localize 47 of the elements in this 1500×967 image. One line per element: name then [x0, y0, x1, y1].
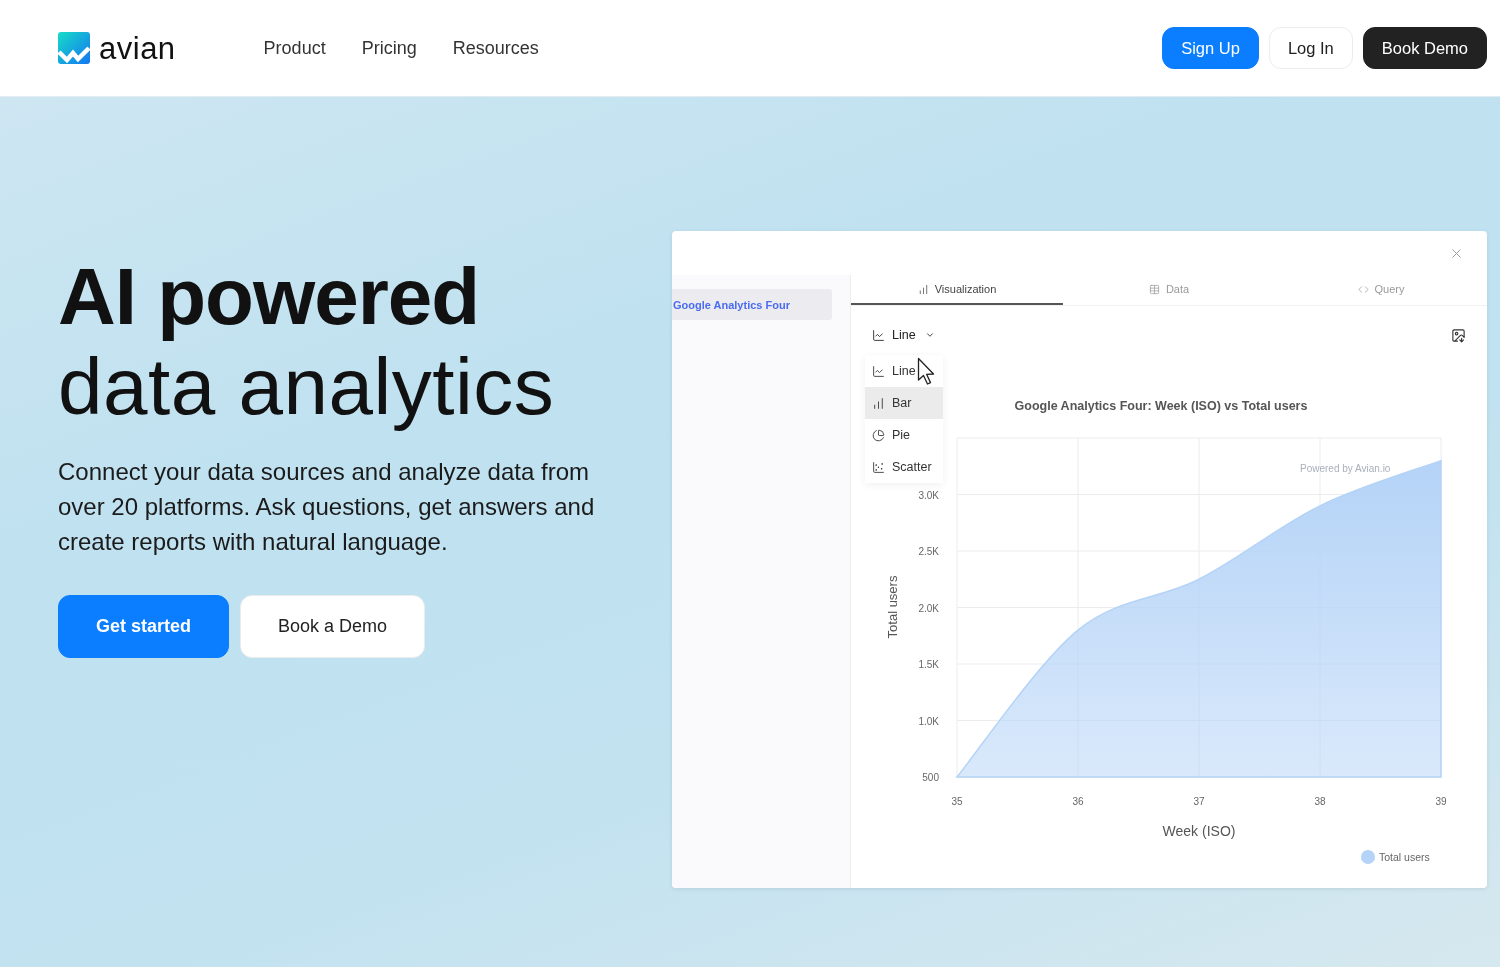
- chart-title: Google Analytics Four: Week (ISO) vs Total users: [1014, 399, 1308, 413]
- caret-icon: [924, 330, 935, 340]
- sidebar-item[interactable]: Google Analytics Four: [672, 289, 832, 320]
- cursor-icon: [917, 357, 936, 386]
- nav-link[interactable]: Resources: [452, 37, 539, 59]
- chart-credit: Powered by Avian.io: [1300, 463, 1391, 474]
- y-tick-label: 2.0K: [918, 602, 939, 614]
- hero-button[interactable]: Book a Demo: [240, 595, 426, 658]
- line-chart-icon: [872, 328, 885, 342]
- x-tick-label: 38: [1314, 796, 1326, 807]
- header-button[interactable]: Book Demo: [1362, 27, 1487, 69]
- hero-button[interactable]: Get started: [58, 595, 230, 658]
- menu-item[interactable]: Bar: [865, 387, 943, 419]
- x-axis-title: Week (ISO): [1162, 823, 1236, 839]
- x-tick-label: 39: [1435, 796, 1447, 807]
- hero-description: Connect your data sources and analyze data from over 20 platforms. Ask questions, get answers and create reports with natural language.: [58, 457, 595, 557]
- x-tick-label: 37: [1193, 796, 1205, 807]
- y-tick-label: 500: [922, 772, 939, 783]
- logo-text[interactable]: avian: [99, 32, 176, 64]
- chart-type-dropdown[interactable]: Line: [872, 328, 935, 342]
- header-button[interactable]: Sign Up: [1162, 27, 1259, 69]
- pie-chart-icon: [872, 428, 885, 442]
- y-tick-label: 1.0K: [918, 715, 939, 727]
- x-tick-label: 36: [1072, 796, 1084, 807]
- y-tick-label: 1.5K: [918, 659, 939, 670]
- header-button[interactable]: Log In: [1268, 27, 1353, 69]
- tab[interactable]: Visualization: [851, 275, 1063, 305]
- code-icon: [1357, 283, 1369, 295]
- y-axis-title: Total users: [885, 575, 900, 639]
- nav-link[interactable]: Pricing: [361, 37, 417, 59]
- x-tick-label: 35: [951, 796, 963, 807]
- nav-link[interactable]: Product: [263, 37, 326, 59]
- legend-label: Total users: [1379, 851, 1430, 863]
- menu-item[interactable]: Line: [865, 355, 943, 387]
- y-tick-label: 3.0K: [918, 489, 939, 501]
- y-tick-label: 2.5K: [918, 546, 939, 557]
- bar-chart-icon: [917, 283, 929, 295]
- menu-item[interactable]: Pie: [865, 419, 943, 451]
- menu-item[interactable]: Scatter: [865, 451, 943, 483]
- hero-title: data analytics: [58, 342, 555, 432]
- scatter-chart-icon: [872, 460, 885, 474]
- image-download-icon[interactable]: [1451, 327, 1466, 343]
- hero-title: AI powered: [58, 252, 480, 342]
- bar-chart-icon: [872, 396, 885, 410]
- logo-icon[interactable]: [58, 32, 90, 64]
- line-chart-icon: [872, 364, 885, 378]
- table-icon: [1148, 283, 1160, 295]
